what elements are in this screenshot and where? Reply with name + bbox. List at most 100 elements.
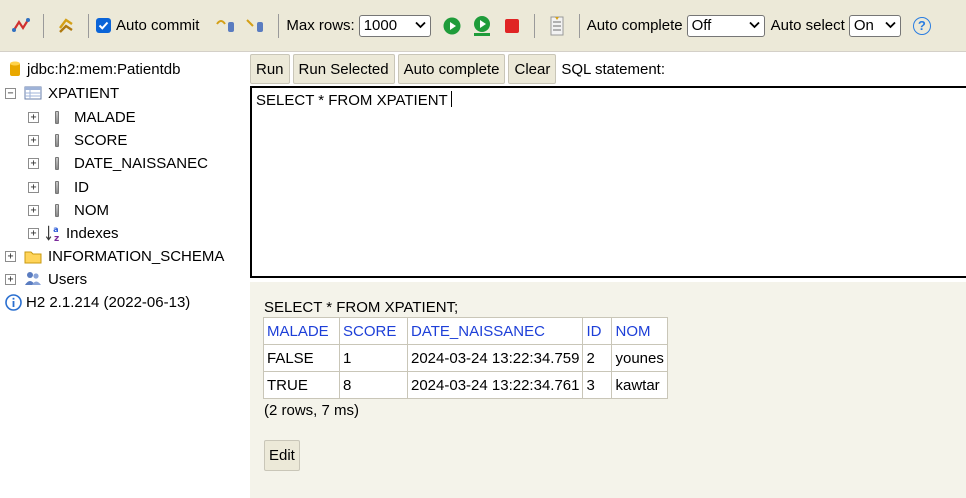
auto-select-label: Auto select	[770, 17, 845, 34]
column-header[interactable]: SCORE	[339, 317, 408, 345]
table-cell: 2024-03-24 13:22:34.759	[406, 344, 584, 372]
users-icon	[24, 270, 42, 288]
stop-icon[interactable]	[501, 15, 523, 37]
database-icon	[6, 60, 24, 78]
auto-select-select[interactable]: On	[848, 14, 901, 37]
tree-users[interactable]: + Users	[5, 268, 87, 290]
sql-editor[interactable]: SELECT * FROM XPATIENT	[250, 86, 966, 278]
folder-icon	[24, 247, 42, 265]
collapse-icon[interactable]: −	[5, 87, 16, 99]
tree-indexes[interactable]: + az Indexes	[28, 222, 119, 244]
svg-text:a: a	[53, 224, 58, 234]
expand-icon[interactable]: +	[5, 250, 16, 262]
chevron-down-icon	[885, 20, 896, 32]
auto-commit-label: Auto commit	[116, 17, 200, 34]
auto-complete-value: Off	[691, 17, 712, 34]
help-icon[interactable]: ?	[911, 15, 933, 37]
svg-text:z: z	[54, 234, 59, 243]
column-label: DATE_NAISSANEC	[74, 154, 208, 172]
refresh-icon[interactable]	[55, 15, 77, 37]
indexes-label: Indexes	[66, 224, 119, 242]
help-glyph: ?	[912, 16, 931, 35]
commit-icon[interactable]	[245, 15, 267, 37]
toolbar-separator	[533, 13, 535, 38]
column-header[interactable]: NOM	[611, 317, 668, 345]
tree-column-item[interactable]: + SCORE	[28, 129, 127, 151]
checkbox-checked-icon[interactable]	[96, 18, 111, 33]
column-icon	[48, 178, 66, 196]
toolbar-separator	[88, 13, 89, 38]
result-summary: (2 rows, 7 ms)	[264, 402, 360, 419]
toolbar-separator	[278, 13, 280, 38]
expand-icon[interactable]: +	[28, 111, 39, 123]
history-icon[interactable]	[546, 15, 568, 37]
info-icon	[4, 293, 22, 311]
sort-az-icon: az	[45, 224, 63, 243]
column-icon	[48, 131, 66, 149]
toolbar: Auto commit Max rows: 1000 Auto complete…	[0, 0, 966, 52]
clear-button[interactable]: Clear	[508, 54, 557, 84]
run-selected-button[interactable]: Run Selected	[292, 54, 395, 84]
column-label: MALADE	[74, 108, 136, 126]
table-cell: FALSE	[263, 344, 340, 372]
table-cell: 8	[339, 371, 408, 399]
table-icon	[24, 84, 42, 102]
table-cell: 2024-03-24 13:22:34.761	[406, 371, 584, 399]
run-selected-icon[interactable]	[471, 15, 493, 37]
chevron-down-icon	[415, 20, 426, 32]
expand-icon[interactable]: +	[28, 157, 39, 169]
expand-icon[interactable]: +	[28, 204, 39, 216]
column-header[interactable]: MALADE	[263, 317, 340, 345]
column-label: NOM	[74, 201, 109, 219]
expand-icon[interactable]: +	[28, 181, 39, 193]
connection-label: jdbc:h2:mem:Patientdb	[27, 60, 181, 78]
rollback-icon[interactable]	[215, 15, 237, 37]
result-table: MALADE SCORE DATE_NAISSANEC ID NOM FALSE…	[263, 317, 668, 399]
max-rows-select[interactable]: 1000	[358, 14, 431, 37]
auto-complete-label: Auto complete	[586, 17, 683, 34]
tree-column-item[interactable]: + DATE_NAISSANEC	[28, 152, 208, 174]
column-header[interactable]: DATE_NAISSANEC	[406, 317, 584, 345]
table-row: FALSE 1 2024-03-24 13:22:34.759 2 younes	[263, 344, 668, 372]
expand-icon[interactable]: +	[28, 134, 39, 146]
auto-complete-select[interactable]: Off	[686, 14, 765, 37]
text-caret	[450, 91, 452, 107]
table-cell: younes	[611, 344, 668, 372]
sql-text: SELECT * FROM XPATIENT	[256, 92, 448, 109]
chevron-down-icon	[748, 20, 760, 32]
table-cell: TRUE	[263, 371, 340, 399]
table-row: TRUE 8 2024-03-24 13:22:34.761 3 kawtar	[263, 371, 668, 399]
tree-schema[interactable]: + INFORMATION_SCHEMA	[5, 245, 224, 267]
column-icon	[48, 201, 66, 219]
users-label: Users	[48, 270, 88, 288]
result-query: SELECT * FROM XPATIENT;	[264, 299, 459, 316]
auto-select-value: On	[853, 17, 874, 34]
expand-icon[interactable]: +	[5, 273, 16, 285]
column-label: ID	[74, 178, 89, 196]
table-label: XPATIENT	[48, 84, 120, 102]
expand-icon[interactable]: +	[28, 227, 39, 239]
tree-column-item[interactable]: + MALADE	[28, 106, 136, 128]
run-icon[interactable]	[441, 15, 463, 37]
table-cell: 2	[582, 344, 613, 372]
object-tree: jdbc:h2:mem:Patientdb − XPATIENT + MALAD…	[0, 56, 246, 498]
column-label: SCORE	[74, 131, 128, 149]
sql-statement-label: SQL statement:	[561, 60, 666, 78]
table-cell: 1	[339, 344, 408, 372]
disconnect-icon[interactable]	[10, 15, 32, 37]
results-panel: SELECT * FROM XPATIENT; MALADE SCORE DAT…	[250, 282, 966, 498]
column-header[interactable]: ID	[582, 317, 613, 345]
tree-column-item[interactable]: + ID	[28, 176, 89, 198]
auto-commit-checkbox[interactable]: Auto commit	[96, 17, 203, 34]
toolbar-separator	[578, 13, 580, 38]
tree-column-item[interactable]: + NOM	[28, 199, 109, 221]
auto-complete-button[interactable]: Auto complete	[397, 54, 506, 84]
version-label: H2 2.1.214 (2022-06-13)	[26, 293, 191, 311]
table-header-row: MALADE SCORE DATE_NAISSANEC ID NOM	[263, 317, 668, 345]
sql-button-row: Run Run Selected Auto complete Clear SQL…	[250, 54, 665, 84]
schema-label: INFORMATION_SCHEMA	[48, 247, 225, 265]
edit-button[interactable]: Edit	[264, 440, 300, 471]
tree-table-xpatient[interactable]: − XPATIENT	[5, 82, 119, 104]
run-button[interactable]: Run	[250, 54, 290, 84]
tree-connection[interactable]: jdbc:h2:mem:Patientdb	[6, 58, 180, 80]
